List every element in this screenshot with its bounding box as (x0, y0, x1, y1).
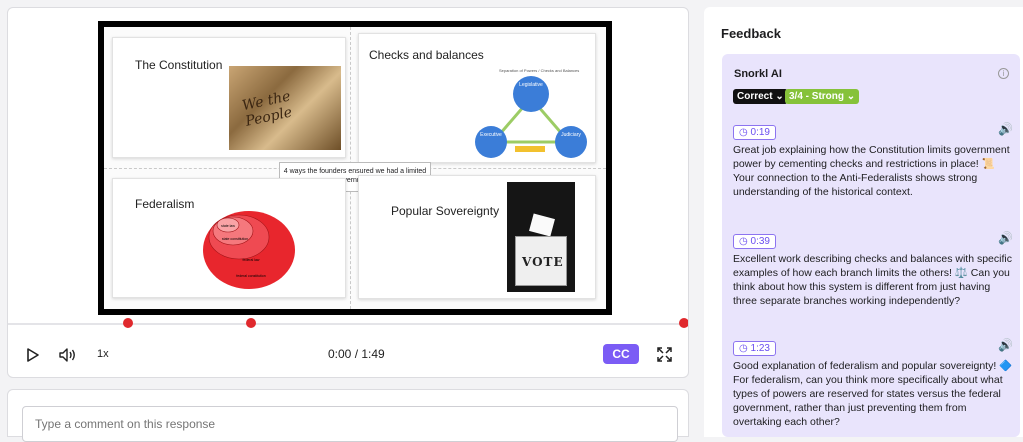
progress-track[interactable] (8, 323, 688, 325)
fullscreen-icon[interactable] (657, 347, 672, 362)
venn-label: state law (221, 224, 235, 228)
feedback-entry: ◷ 0:19 🔊 Great job explaining how the Co… (733, 122, 1013, 199)
card-title: Federalism (135, 197, 195, 211)
checks-balances-diagram: Legislative Executive Judiciary (475, 76, 587, 158)
play-icon[interactable] (27, 348, 39, 362)
feedback-panel: Feedback Snorkl AI i Correct ⌄ 3/4 - Str… (704, 7, 1023, 437)
node-judiciary: Judiciary (561, 132, 581, 138)
feedback-entry: ◷ 0:39 🔊 Excellent work describing check… (733, 231, 1013, 308)
info-icon[interactable]: i (998, 68, 1009, 79)
constitution-image-text: We the People (240, 88, 294, 130)
feedback-entry: ◷ 1:23 🔊 Good explanation of federalism … (733, 338, 1013, 429)
speaker-icon[interactable]: 🔊 (998, 231, 1013, 245)
feedback-text: Great job explaining how the Constitutio… (733, 144, 1010, 198)
node-executive: Executive (480, 132, 502, 138)
card-title: Popular Sovereignty (391, 204, 500, 218)
timeline-marker[interactable] (679, 318, 688, 328)
captions-button[interactable]: CC (603, 344, 639, 364)
timestamp-link[interactable]: ◷ 0:39 (733, 234, 776, 249)
slide-frame: The Constitution We the People Checks an… (98, 21, 612, 315)
correct-badge[interactable]: Correct ⌄ (733, 89, 788, 104)
video-player[interactable]: The Constitution We the People Checks an… (7, 7, 689, 378)
timestamp-value: 1:23 (750, 343, 770, 354)
vote-text: VOTE (522, 255, 564, 269)
volume-icon[interactable] (59, 348, 77, 362)
card-checks-and-balances: Checks and balances Separation of Powers… (358, 33, 596, 163)
timestamp-link[interactable]: ◷ 1:23 (733, 341, 776, 356)
score-badge[interactable]: 3/4 - Strong ⌄ (785, 89, 860, 104)
timeline-marker[interactable] (246, 318, 256, 328)
slide-canvas: The Constitution We the People Checks an… (104, 27, 606, 309)
speaker-icon[interactable]: 🔊 (998, 338, 1013, 352)
card-title: The Constitution (135, 58, 223, 72)
card-title: Checks and balances (369, 48, 484, 62)
feedback-text: Good explanation of federalism and popul… (733, 360, 1013, 428)
timestamp-value: 0:39 (750, 236, 770, 247)
player-controls: 1x 0:00 / 1:49 CC (8, 340, 688, 370)
card-constitution: The Constitution We the People (112, 37, 346, 158)
node-legislative: Legislative (519, 82, 543, 88)
venn-label: federal constitution (236, 274, 265, 278)
ballot-box: VOTE (515, 236, 567, 286)
playback-speed[interactable]: 1x (97, 348, 109, 360)
timestamp-value: 0:19 (750, 127, 770, 138)
feedback-title: Feedback (721, 26, 781, 41)
card-federalism: Federalism state law state constitution … (112, 178, 346, 298)
time-display: 0:00 / 1:49 (328, 347, 385, 361)
feedback-source: Snorkl AI (734, 68, 782, 80)
venn-label: state constitution (222, 237, 248, 241)
venn-label: federal law (243, 258, 260, 262)
timeline-marker[interactable] (123, 318, 133, 328)
ballot-box-image: VOTE (507, 182, 575, 292)
feedback-text: Excellent work describing checks and bal… (733, 253, 1012, 307)
snorkl-ai-card: Snorkl AI i Correct ⌄ 3/4 - Strong ⌄ ◷ 0… (722, 54, 1020, 437)
ballot-paper (529, 213, 555, 237)
timestamp-link[interactable]: ◷ 0:19 (733, 125, 776, 140)
constitution-image: We the People (229, 66, 341, 150)
comment-panel (7, 389, 689, 442)
speaker-icon[interactable]: 🔊 (998, 122, 1013, 136)
card-popular-sovereignty: Popular Sovereignty VOTE (358, 175, 596, 299)
federalism-venn-diagram: state law state constitution federal law… (203, 211, 295, 289)
